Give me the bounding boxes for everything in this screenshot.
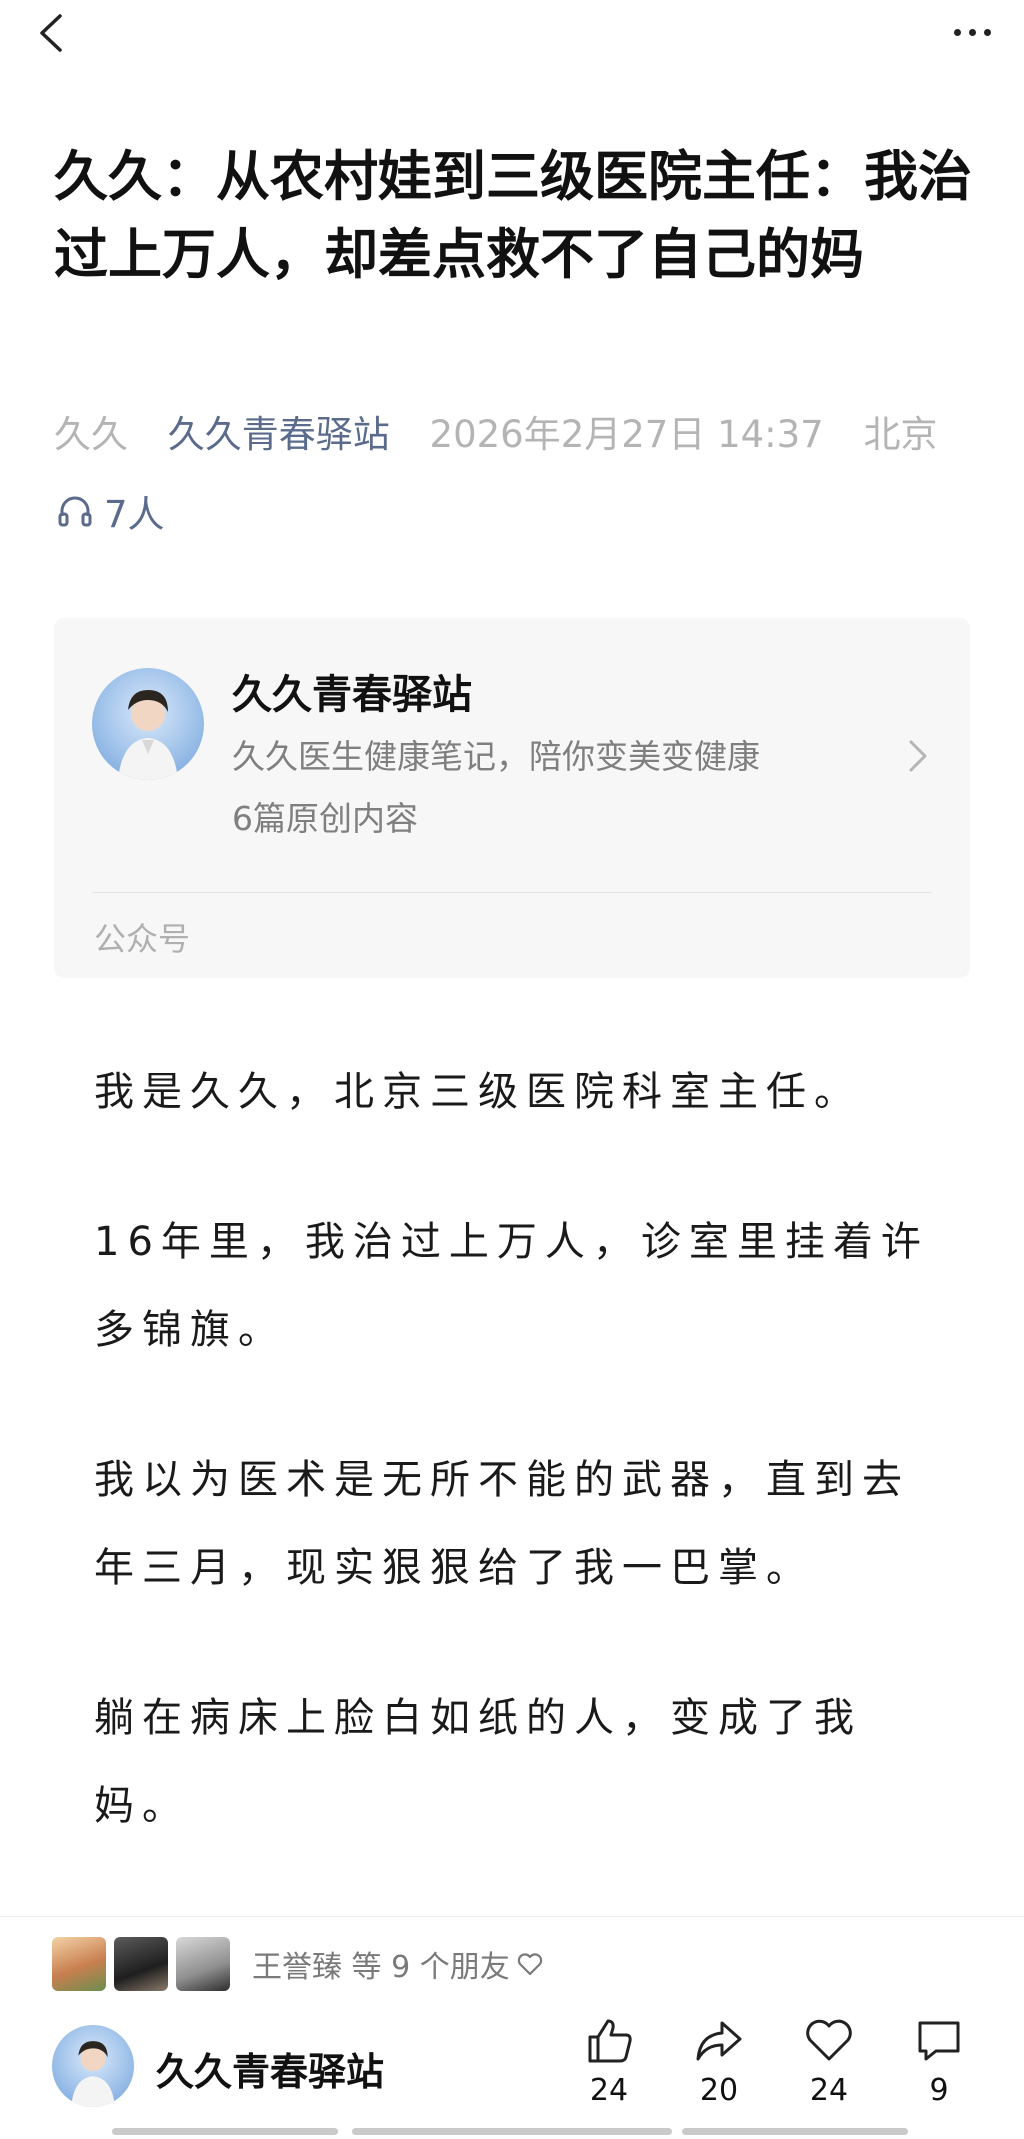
friend-avatar — [114, 1937, 168, 1991]
friend-avatar — [176, 1937, 230, 1991]
body-paragraph: 我以为医术是无所不能的武器，直到去年三月，现实狠狠给了我一巴掌。 — [94, 1457, 910, 1591]
article-body: 我是久久，北京三级医院科室主任。 16年里，我治过上万人，诊室里挂着许多锦旗。 … — [94, 1048, 954, 1912]
bottom-account-name[interactable]: 久久青春驿站 — [156, 2041, 384, 2096]
account-card[interactable]: 久久青春驿站 久久医生健康笔记，陪你变美变健康 6篇原创内容 公众号 — [54, 618, 970, 978]
body-paragraph: 16年里，我治过上万人，诊室里挂着许多锦旗。 — [94, 1219, 929, 1353]
home-indicator-segment — [112, 2128, 338, 2135]
heart-outline-icon — [517, 1953, 542, 1976]
publish-date: 2026年2月27日 14:37 — [429, 413, 824, 456]
body-paragraph: 躺在病床上脸白如纸的人，变成了我妈。 — [94, 1695, 862, 1829]
author-name: 久久 — [54, 413, 128, 456]
bottom-bar: 王誉臻 等 9 个朋友 久久青春驿站 24 20 24 9 — [0, 1916, 1024, 2139]
publish-location: 北京 — [863, 413, 938, 456]
comment-bubble-icon — [918, 2021, 960, 2061]
more-options-button[interactable] — [942, 12, 1002, 52]
listen-count-label: 7人 — [104, 493, 165, 536]
home-indicator-segment — [682, 2128, 908, 2135]
more-horizontal-icon — [953, 28, 961, 36]
like-button[interactable]: 24 — [554, 2013, 664, 2123]
account-card-type: 公众号 — [94, 920, 191, 958]
favorite-button[interactable]: 24 — [774, 2013, 884, 2123]
headphones-icon — [58, 496, 92, 527]
back-button[interactable] — [30, 8, 80, 58]
friend-avatar — [52, 1937, 106, 1991]
share-button[interactable]: 20 — [664, 2013, 774, 2123]
article-title: 久久：从农村娃到三级医院主任：我治过上万人，却差点救不了自己的妈 — [54, 145, 972, 286]
home-indicator-segment — [352, 2128, 672, 2135]
chevron-left-icon — [40, 14, 62, 52]
body-paragraph: 我是久久，北京三级医院科室主任。 — [94, 1069, 862, 1115]
account-card-description: 久久医生健康笔记，陪你变美变健康 — [232, 737, 760, 776]
bottom-account-avatar[interactable] — [52, 2025, 134, 2107]
thumbs-up-icon — [588, 2019, 632, 2063]
share-count: 20 — [699, 2073, 739, 2108]
chevron-right-icon — [909, 740, 927, 772]
comment-count: 9 — [929, 2073, 949, 2108]
favorite-count: 24 — [809, 2073, 849, 2108]
friends-liked-text: 王誉臻 等 9 个朋友 — [252, 1950, 510, 1985]
account-avatar — [92, 668, 204, 780]
account-card-article-count: 6篇原创内容 — [232, 799, 418, 838]
account-link[interactable]: 久久青春驿站 — [168, 413, 390, 456]
card-divider — [92, 892, 932, 893]
action-bar: 24 20 24 9 — [554, 2013, 994, 2123]
comment-button[interactable]: 9 — [884, 2013, 994, 2123]
share-arrow-icon — [696, 2021, 742, 2061]
heart-icon — [806, 2019, 852, 2061]
account-card-name: 久久青春驿站 — [232, 672, 472, 718]
friends-liked-row[interactable]: 王誉臻 等 9 个朋友 — [52, 1937, 544, 1991]
like-count: 24 — [589, 2073, 629, 2108]
listen-count[interactable]: 7人 — [56, 484, 165, 538]
article-meta: 久久 久久青春驿站 2026年2月27日 14:37 北京 — [54, 404, 937, 458]
top-bar — [0, 0, 1024, 70]
